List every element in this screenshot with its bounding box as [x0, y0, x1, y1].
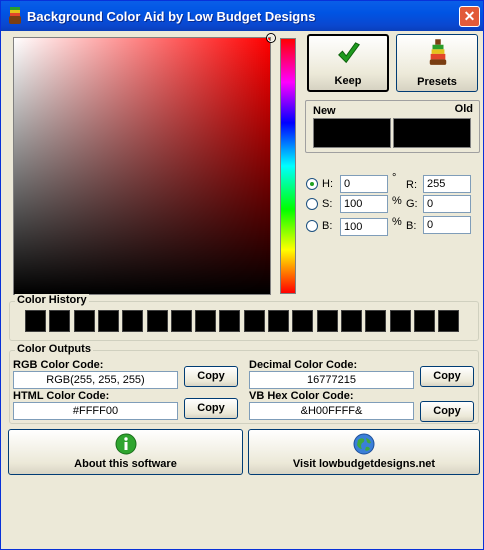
history-swatch[interactable]: [219, 310, 241, 332]
history-swatch[interactable]: [413, 310, 435, 332]
window-title: Background Color Aid by Low Budget Desig…: [27, 9, 316, 24]
keep-label: Keep: [334, 75, 362, 87]
color-outputs-title: Color Outputs: [15, 343, 93, 355]
copy-decimal-button[interactable]: Copy: [420, 366, 474, 387]
title-bar[interactable]: Background Color Aid by Low Budget Desig…: [1, 1, 483, 31]
keep-button[interactable]: Keep: [307, 34, 389, 92]
rgb-code-field[interactable]: RGB(255, 255, 255): [13, 371, 178, 389]
copy-rgb-button[interactable]: Copy: [184, 366, 238, 387]
vb-hex-code-field[interactable]: &H00FFFF&: [249, 402, 414, 420]
new-label: New: [313, 105, 336, 117]
history-swatch[interactable]: [365, 310, 387, 332]
decimal-code-label: Decimal Color Code:: [249, 359, 358, 371]
rgb-code-label: RGB Color Code:: [13, 359, 104, 371]
color-history-title: Color History: [15, 294, 89, 306]
presets-button[interactable]: Presets: [396, 34, 478, 92]
decimal-code-field[interactable]: 16777215: [249, 371, 414, 389]
brightness-radio[interactable]: [306, 220, 318, 232]
history-swatch[interactable]: [268, 310, 289, 332]
saturation-input[interactable]: [340, 195, 388, 213]
brightness-input[interactable]: [340, 218, 388, 236]
checkmark-icon: [338, 42, 360, 64]
history-swatch[interactable]: [25, 310, 46, 332]
html-code-field[interactable]: #FFFF00: [13, 402, 178, 420]
history-swatch[interactable]: [316, 310, 338, 332]
green-input[interactable]: [423, 195, 471, 213]
copy-html-button[interactable]: Copy: [184, 398, 238, 419]
paint-tube-icon: [429, 39, 447, 65]
copy-vb-hex-button[interactable]: Copy: [420, 401, 474, 422]
blue-label: B:: [406, 220, 417, 232]
presets-label: Presets: [417, 76, 457, 88]
picker-marker[interactable]: [266, 33, 276, 43]
red-label: R:: [406, 179, 417, 191]
history-swatch[interactable]: [146, 310, 168, 332]
blue-input[interactable]: [423, 216, 471, 234]
about-label: About this software: [74, 458, 177, 470]
color-compare-panel: New Old: [305, 100, 480, 153]
paint-bucket-icon: [9, 7, 21, 24]
close-button[interactable]: ✕: [459, 6, 480, 27]
history-swatch[interactable]: [49, 310, 71, 332]
brightness-label: B:: [322, 220, 333, 232]
html-code-label: HTML Color Code:: [13, 390, 110, 402]
history-swatch[interactable]: [292, 310, 314, 332]
history-swatch[interactable]: [438, 310, 460, 332]
green-label: G:: [406, 198, 418, 210]
history-swatch[interactable]: [243, 310, 265, 332]
old-color-swatch[interactable]: [393, 118, 471, 148]
visit-label: Visit lowbudgetdesigns.net: [292, 458, 436, 470]
visit-website-button[interactable]: Visit lowbudgetdesigns.net: [248, 429, 480, 475]
globe-icon: [353, 433, 375, 455]
saturation-unit: %: [392, 195, 402, 207]
hue-radio[interactable]: [306, 178, 318, 190]
red-input[interactable]: [423, 175, 471, 193]
vb-hex-code-label: VB Hex Color Code:: [249, 390, 354, 402]
client-area: Keep Presets New Old H: ° S: %: [4, 31, 480, 547]
app-window: Background Color Aid by Low Budget Desig…: [0, 0, 484, 550]
history-swatch[interactable]: [389, 310, 411, 332]
saturation-radio[interactable]: [306, 198, 318, 210]
history-swatch[interactable]: [340, 310, 362, 332]
history-swatch[interactable]: [97, 310, 119, 332]
saturation-label: S:: [322, 198, 333, 210]
hue-input[interactable]: [340, 175, 388, 193]
old-label: Old: [454, 103, 473, 115]
close-icon: ✕: [463, 8, 476, 24]
hue-unit: °: [392, 172, 397, 184]
info-icon: [115, 433, 136, 455]
about-button[interactable]: About this software: [8, 429, 243, 475]
history-swatch[interactable]: [122, 310, 144, 332]
hue-slider[interactable]: [280, 38, 296, 294]
hue-label: H:: [322, 178, 333, 190]
brightness-unit: %: [392, 216, 402, 228]
saturation-brightness-field[interactable]: [13, 33, 276, 295]
history-swatch[interactable]: [73, 310, 95, 332]
new-color-swatch: [313, 118, 391, 148]
history-swatch[interactable]: [195, 310, 217, 332]
history-swatch[interactable]: [170, 310, 192, 332]
